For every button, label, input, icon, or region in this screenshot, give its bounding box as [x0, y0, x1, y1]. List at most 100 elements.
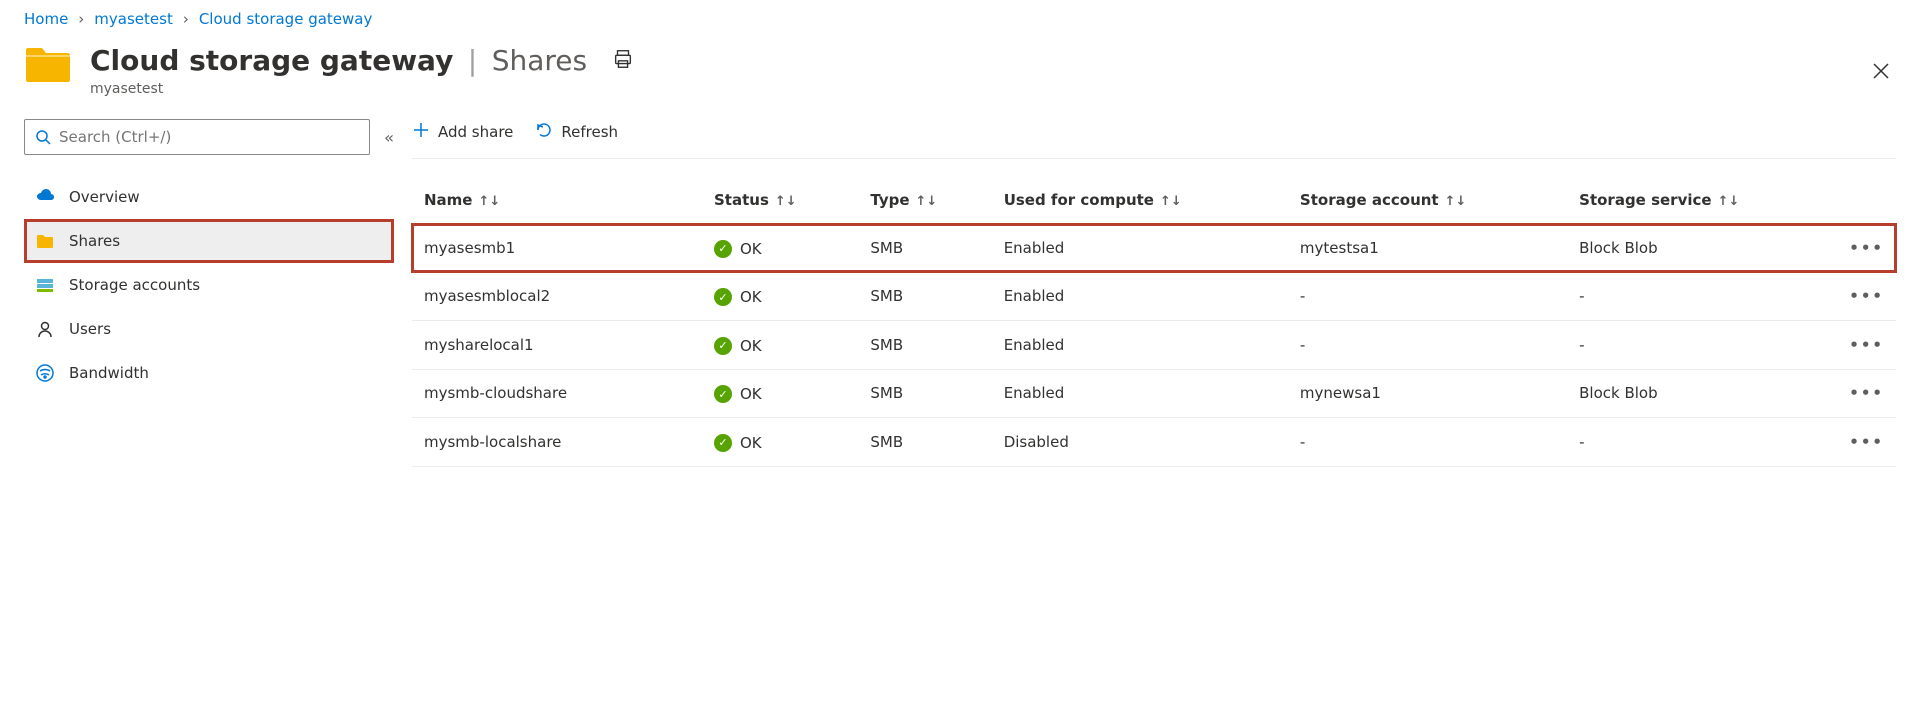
column-label: Storage service — [1579, 191, 1711, 209]
table-row[interactable]: mysmb-cloudshare✓OKSMBEnabledmynewsa1Blo… — [412, 369, 1896, 418]
row-actions-button[interactable]: ••• — [1849, 433, 1884, 451]
sort-icon: ↑↓ — [478, 194, 500, 209]
chevron-right-icon: › — [78, 10, 84, 28]
cell-type: SMB — [858, 321, 991, 370]
column-label: Type — [870, 191, 909, 209]
cell-status: ✓OK — [702, 272, 858, 321]
nav-icon — [35, 363, 55, 383]
sidebar-item-overview[interactable]: Overview — [24, 175, 394, 219]
status-ok-icon: ✓ — [714, 434, 732, 452]
folder-icon — [24, 44, 72, 84]
sidebar-item-storage-accounts[interactable]: Storage accounts — [24, 263, 394, 307]
sidebar-item-users[interactable]: Users — [24, 307, 394, 351]
search-input[interactable] — [59, 128, 359, 146]
nav-icon — [35, 275, 55, 295]
nav-icon — [35, 187, 55, 207]
breadcrumb-item[interactable]: Home — [24, 10, 68, 28]
column-label: Used for compute — [1004, 191, 1154, 209]
cell-compute: Enabled — [992, 272, 1288, 321]
sidebar-nav: Overview Shares Storage accounts Users Bandw… — [24, 175, 394, 395]
cell-account: mynewsa1 — [1288, 369, 1567, 418]
cell-account: - — [1288, 272, 1567, 321]
cell-name: myasesmblocal2 — [412, 272, 702, 321]
cell-service: Block Blob — [1567, 369, 1837, 418]
cell-service: - — [1567, 321, 1837, 370]
table-row[interactable]: mysmb-localshare✓OKSMBDisabled--••• — [412, 418, 1896, 467]
cell-name: mysmb-cloudshare — [412, 369, 702, 418]
cell-type: SMB — [858, 369, 991, 418]
add-share-label: Add share — [438, 123, 513, 141]
row-actions-button[interactable]: ••• — [1849, 384, 1884, 402]
page-subtitle: myasetest — [90, 81, 634, 97]
cell-compute: Enabled — [992, 321, 1288, 370]
column-label: Storage account — [1300, 191, 1439, 209]
page-section: Shares — [492, 44, 587, 77]
nav-label: Users — [69, 320, 111, 338]
row-actions-button[interactable]: ••• — [1849, 336, 1884, 354]
close-button[interactable] — [1872, 62, 1890, 85]
cell-name: myasesmb1 — [412, 224, 702, 273]
cell-account: - — [1288, 418, 1567, 467]
cell-name: mysmb-localshare — [412, 418, 702, 467]
status-ok-icon: ✓ — [714, 337, 732, 355]
table-row[interactable]: myasesmblocal2✓OKSMBEnabled--••• — [412, 272, 1896, 321]
cell-compute: Disabled — [992, 418, 1288, 467]
cell-service: - — [1567, 272, 1837, 321]
title-divider: | — [468, 44, 477, 77]
column-header[interactable]: Name ↑↓ — [412, 177, 702, 224]
cell-status: ✓OK — [702, 321, 858, 370]
refresh-label: Refresh — [561, 123, 618, 141]
breadcrumb-item[interactable]: Cloud storage gateway — [199, 10, 373, 28]
sidebar-item-bandwidth[interactable]: Bandwidth — [24, 351, 394, 395]
table-row[interactable]: myasesmb1✓OKSMBEnabledmytestsa1Block Blo… — [412, 224, 1896, 273]
add-share-button[interactable]: Add share — [412, 121, 513, 143]
refresh-icon — [535, 121, 553, 143]
column-header[interactable]: Used for compute ↑↓ — [992, 177, 1288, 224]
shares-table: Name↑↓Status↑↓Type↑↓Used for compute↑↓St… — [412, 177, 1896, 467]
status-ok-icon: ✓ — [714, 385, 732, 403]
cell-account: mytestsa1 — [1288, 224, 1567, 273]
nav-label: Storage accounts — [69, 276, 200, 294]
column-header[interactable]: Status ↑↓ — [702, 177, 858, 224]
row-actions-button[interactable]: ••• — [1849, 287, 1884, 305]
column-header[interactable]: Storage account ↑↓ — [1288, 177, 1567, 224]
cell-status: ✓OK — [702, 418, 858, 467]
page-title: Cloud storage gateway — [90, 44, 453, 77]
sort-icon: ↑↓ — [1445, 194, 1467, 209]
nav-label: Shares — [69, 232, 120, 250]
chevron-right-icon: › — [183, 10, 189, 28]
column-label: Name — [424, 191, 472, 209]
cell-name: mysharelocal1 — [412, 321, 702, 370]
refresh-button[interactable]: Refresh — [535, 121, 618, 143]
search-input-wrapper[interactable] — [24, 119, 370, 155]
column-label: Status — [714, 191, 769, 209]
nav-icon — [35, 231, 55, 251]
cell-service: - — [1567, 418, 1837, 467]
cell-status: ✓OK — [702, 224, 858, 273]
print-button[interactable] — [612, 48, 634, 70]
search-icon — [35, 129, 51, 145]
sort-icon: ↑↓ — [1718, 194, 1740, 209]
sort-icon: ↑↓ — [1160, 194, 1182, 209]
row-actions-button[interactable]: ••• — [1849, 239, 1884, 257]
sidebar-item-shares[interactable]: Shares — [24, 219, 394, 263]
status-ok-icon: ✓ — [714, 288, 732, 306]
nav-label: Overview — [69, 188, 140, 206]
collapse-sidebar-button[interactable]: « — [384, 128, 394, 147]
cell-status: ✓OK — [702, 369, 858, 418]
status-ok-icon: ✓ — [714, 240, 732, 258]
cell-type: SMB — [858, 418, 991, 467]
cell-type: SMB — [858, 272, 991, 321]
column-header[interactable]: Type↑↓ — [858, 177, 991, 224]
breadcrumb: Home › myasetest › Cloud storage gateway — [24, 10, 1896, 28]
cell-service: Block Blob — [1567, 224, 1837, 273]
cell-compute: Enabled — [992, 224, 1288, 273]
sort-icon: ↑↓ — [775, 194, 797, 209]
nav-label: Bandwidth — [69, 364, 149, 382]
breadcrumb-item[interactable]: myasetest — [94, 10, 173, 28]
column-header[interactable]: Storage service ↑↓ — [1567, 177, 1837, 224]
cell-compute: Enabled — [992, 369, 1288, 418]
cell-type: SMB — [858, 224, 991, 273]
nav-icon — [35, 319, 55, 339]
table-row[interactable]: mysharelocal1✓OKSMBEnabled--••• — [412, 321, 1896, 370]
